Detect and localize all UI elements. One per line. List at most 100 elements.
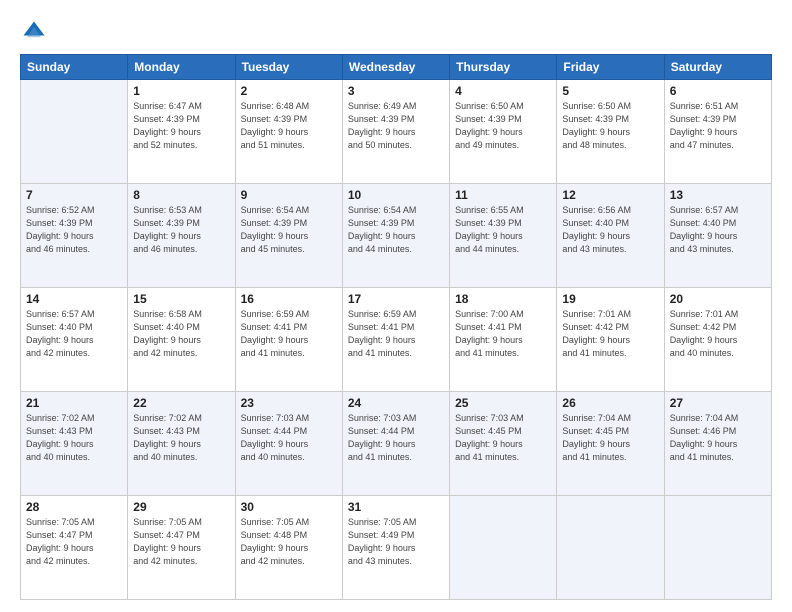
day-info: Sunrise: 7:03 AM Sunset: 4:45 PM Dayligh… xyxy=(455,412,551,464)
day-cell: 10 Sunrise: 6:54 AM Sunset: 4:39 PM Dayli… xyxy=(342,184,449,288)
day-cell: 12 Sunrise: 6:56 AM Sunset: 4:40 PM Dayli… xyxy=(557,184,664,288)
day-number: 7 xyxy=(26,188,122,202)
day-info: Sunrise: 7:05 AM Sunset: 4:47 PM Dayligh… xyxy=(26,516,122,568)
day-number: 19 xyxy=(562,292,658,306)
day-number: 16 xyxy=(241,292,337,306)
day-number: 6 xyxy=(670,84,766,98)
col-header-thursday: Thursday xyxy=(450,55,557,80)
header xyxy=(20,18,772,46)
week-row-3: 21 Sunrise: 7:02 AM Sunset: 4:43 PM Dayli… xyxy=(21,392,772,496)
day-number: 25 xyxy=(455,396,551,410)
day-info: Sunrise: 7:05 AM Sunset: 4:48 PM Dayligh… xyxy=(241,516,337,568)
day-cell: 4Sunrise: 6:50 AM Sunset: 4:39 PM Daylig… xyxy=(450,80,557,184)
day-number: 29 xyxy=(133,500,229,514)
day-info: Sunrise: 7:04 AM Sunset: 4:46 PM Dayligh… xyxy=(670,412,766,464)
day-number: 5 xyxy=(562,84,658,98)
col-header-friday: Friday xyxy=(557,55,664,80)
day-number: 15 xyxy=(133,292,229,306)
day-number: 31 xyxy=(348,500,444,514)
day-cell: 22 Sunrise: 7:02 AM Sunset: 4:43 PM Dayli… xyxy=(128,392,235,496)
day-cell: 26 Sunrise: 7:04 AM Sunset: 4:45 PM Dayli… xyxy=(557,392,664,496)
day-info: Sunrise: 6:54 AM Sunset: 4:39 PM Dayligh… xyxy=(241,204,337,256)
day-cell: 5 Sunrise: 6:50 AM Sunset: 4:39 PM Daylig… xyxy=(557,80,664,184)
day-cell xyxy=(664,496,771,600)
day-cell: 17 Sunrise: 6:59 AM Sunset: 4:41 PM Dayli… xyxy=(342,288,449,392)
day-cell: 27Sunrise: 7:04 AM Sunset: 4:46 PM Dayli… xyxy=(664,392,771,496)
day-info: Sunrise: 6:55 AM Sunset: 4:39 PM Dayligh… xyxy=(455,204,551,256)
day-cell: 13 Sunrise: 6:57 AM Sunset: 4:40 PM Dayli… xyxy=(664,184,771,288)
day-info: Sunrise: 6:57 AM Sunset: 4:40 PM Dayligh… xyxy=(670,204,766,256)
day-cell: 3Sunrise: 6:49 AM Sunset: 4:39 PM Daylig… xyxy=(342,80,449,184)
day-number: 8 xyxy=(133,188,229,202)
day-number: 18 xyxy=(455,292,551,306)
day-info: Sunrise: 6:59 AM Sunset: 4:41 PM Dayligh… xyxy=(348,308,444,360)
page: SundayMondayTuesdayWednesdayThursdayFrid… xyxy=(0,0,792,612)
day-info: Sunrise: 6:54 AM Sunset: 4:39 PM Dayligh… xyxy=(348,204,444,256)
day-info: Sunrise: 6:51 AM Sunset: 4:39 PM Dayligh… xyxy=(670,100,766,152)
day-number: 9 xyxy=(241,188,337,202)
day-number: 21 xyxy=(26,396,122,410)
day-number: 12 xyxy=(562,188,658,202)
day-cell xyxy=(450,496,557,600)
day-number: 23 xyxy=(241,396,337,410)
day-cell: 2 Sunrise: 6:48 AM Sunset: 4:39 PM Daylig… xyxy=(235,80,342,184)
day-info: Sunrise: 6:48 AM Sunset: 4:39 PM Dayligh… xyxy=(241,100,337,152)
day-cell: 1Sunrise: 6:47 AM Sunset: 4:39 PM Daylig… xyxy=(128,80,235,184)
day-cell: 15 Sunrise: 6:58 AM Sunset: 4:40 PM Dayli… xyxy=(128,288,235,392)
day-cell: 19 Sunrise: 7:01 AM Sunset: 4:42 PM Dayli… xyxy=(557,288,664,392)
week-row-0: 1Sunrise: 6:47 AM Sunset: 4:39 PM Daylig… xyxy=(21,80,772,184)
day-cell xyxy=(557,496,664,600)
day-number: 10 xyxy=(348,188,444,202)
week-row-4: 28 Sunrise: 7:05 AM Sunset: 4:47 PM Dayli… xyxy=(21,496,772,600)
day-info: Sunrise: 7:02 AM Sunset: 4:43 PM Dayligh… xyxy=(26,412,122,464)
col-header-monday: Monday xyxy=(128,55,235,80)
day-info: Sunrise: 7:01 AM Sunset: 4:42 PM Dayligh… xyxy=(562,308,658,360)
day-number: 22 xyxy=(133,396,229,410)
day-info: Sunrise: 6:53 AM Sunset: 4:39 PM Dayligh… xyxy=(133,204,229,256)
day-cell: 28 Sunrise: 7:05 AM Sunset: 4:47 PM Dayli… xyxy=(21,496,128,600)
day-info: Sunrise: 6:50 AM Sunset: 4:39 PM Dayligh… xyxy=(562,100,658,152)
day-number: 30 xyxy=(241,500,337,514)
day-cell: 6 Sunrise: 6:51 AM Sunset: 4:39 PM Daylig… xyxy=(664,80,771,184)
day-cell: 18 Sunrise: 7:00 AM Sunset: 4:41 PM Dayli… xyxy=(450,288,557,392)
col-header-sunday: Sunday xyxy=(21,55,128,80)
day-cell: 25 Sunrise: 7:03 AM Sunset: 4:45 PM Dayli… xyxy=(450,392,557,496)
day-info: Sunrise: 6:59 AM Sunset: 4:41 PM Dayligh… xyxy=(241,308,337,360)
day-info: Sunrise: 7:04 AM Sunset: 4:45 PM Dayligh… xyxy=(562,412,658,464)
col-header-saturday: Saturday xyxy=(664,55,771,80)
day-info: Sunrise: 7:05 AM Sunset: 4:49 PM Dayligh… xyxy=(348,516,444,568)
day-cell: 16 Sunrise: 6:59 AM Sunset: 4:41 PM Dayli… xyxy=(235,288,342,392)
day-cell: 23Sunrise: 7:03 AM Sunset: 4:44 PM Dayli… xyxy=(235,392,342,496)
day-info: Sunrise: 6:52 AM Sunset: 4:39 PM Dayligh… xyxy=(26,204,122,256)
week-row-2: 14Sunrise: 6:57 AM Sunset: 4:40 PM Dayli… xyxy=(21,288,772,392)
day-cell: 20Sunrise: 7:01 AM Sunset: 4:42 PM Dayli… xyxy=(664,288,771,392)
day-info: Sunrise: 7:00 AM Sunset: 4:41 PM Dayligh… xyxy=(455,308,551,360)
day-number: 11 xyxy=(455,188,551,202)
day-info: Sunrise: 7:02 AM Sunset: 4:43 PM Dayligh… xyxy=(133,412,229,464)
day-number: 14 xyxy=(26,292,122,306)
day-cell: 21 Sunrise: 7:02 AM Sunset: 4:43 PM Dayli… xyxy=(21,392,128,496)
day-number: 28 xyxy=(26,500,122,514)
day-number: 2 xyxy=(241,84,337,98)
day-cell: 11 Sunrise: 6:55 AM Sunset: 4:39 PM Dayli… xyxy=(450,184,557,288)
day-info: Sunrise: 6:58 AM Sunset: 4:40 PM Dayligh… xyxy=(133,308,229,360)
day-cell: 30 Sunrise: 7:05 AM Sunset: 4:48 PM Dayli… xyxy=(235,496,342,600)
logo-icon xyxy=(20,18,48,46)
day-number: 4 xyxy=(455,84,551,98)
day-number: 17 xyxy=(348,292,444,306)
calendar-table: SundayMondayTuesdayWednesdayThursdayFrid… xyxy=(20,54,772,600)
day-number: 13 xyxy=(670,188,766,202)
day-info: Sunrise: 6:56 AM Sunset: 4:40 PM Dayligh… xyxy=(562,204,658,256)
day-info: Sunrise: 6:49 AM Sunset: 4:39 PM Dayligh… xyxy=(348,100,444,152)
day-number: 26 xyxy=(562,396,658,410)
week-row-1: 7 Sunrise: 6:52 AM Sunset: 4:39 PM Daylig… xyxy=(21,184,772,288)
day-cell: 24Sunrise: 7:03 AM Sunset: 4:44 PM Dayli… xyxy=(342,392,449,496)
col-header-tuesday: Tuesday xyxy=(235,55,342,80)
day-cell xyxy=(21,80,128,184)
day-cell: 14Sunrise: 6:57 AM Sunset: 4:40 PM Dayli… xyxy=(21,288,128,392)
logo xyxy=(20,18,51,46)
day-cell: 7 Sunrise: 6:52 AM Sunset: 4:39 PM Daylig… xyxy=(21,184,128,288)
day-info: Sunrise: 7:05 AM Sunset: 4:47 PM Dayligh… xyxy=(133,516,229,568)
day-cell: 8 Sunrise: 6:53 AM Sunset: 4:39 PM Daylig… xyxy=(128,184,235,288)
col-header-wednesday: Wednesday xyxy=(342,55,449,80)
